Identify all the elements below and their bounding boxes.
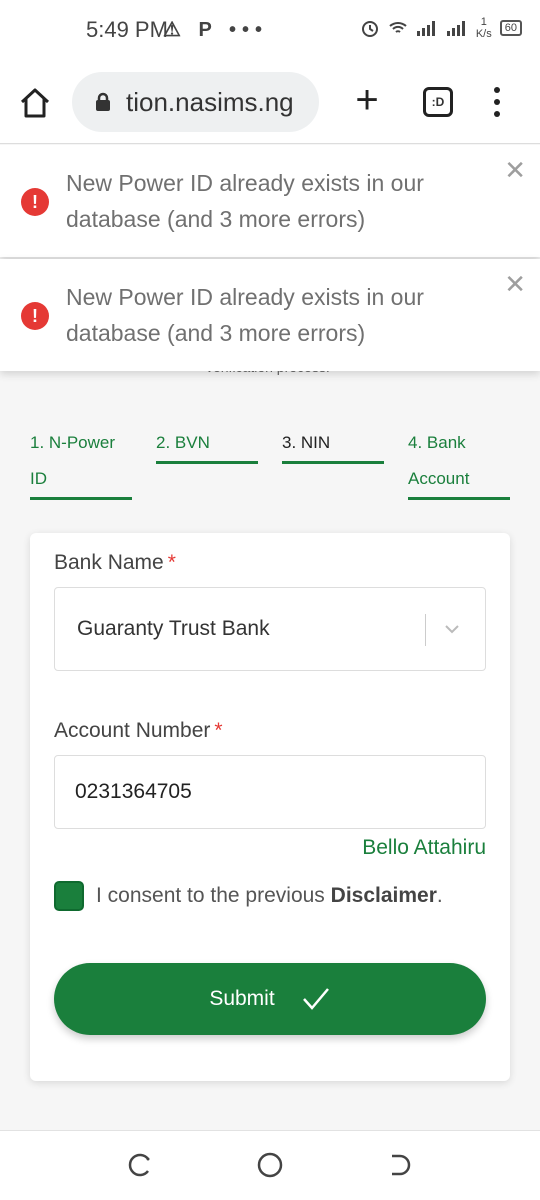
home-nav-icon[interactable]: [256, 1151, 284, 1179]
alarm-icon: [361, 21, 378, 37]
error-icon: !: [21, 302, 49, 330]
account-number-input[interactable]: [54, 755, 486, 829]
required-mark: *: [167, 551, 176, 574]
account-number-label: Account Number *: [54, 719, 223, 743]
net-speed-unit: K/s: [475, 28, 492, 40]
required-mark: *: [214, 719, 223, 742]
close-icon[interactable]: ✕: [504, 269, 526, 300]
error-icon: !: [21, 188, 49, 216]
status-notification-icons: ⚠ P •••: [163, 19, 269, 41]
wifi-icon: [389, 22, 407, 33]
chevron-down-icon[interactable]: [443, 620, 461, 638]
battery-icon: 60: [499, 20, 522, 36]
net-speed-value: 1: [480, 16, 487, 28]
tab-switcher-button[interactable]: :D: [423, 87, 453, 117]
close-icon[interactable]: ✕: [504, 155, 526, 186]
error-toast: ! New Power ID already exists in our dat…: [0, 259, 540, 371]
consent-label: I consent to the previous Disclaimer.: [96, 884, 443, 908]
step-nin[interactable]: 3. NIN: [282, 425, 384, 464]
select-divider: [425, 614, 426, 646]
account-holder-name: Bello Attahiru: [362, 836, 486, 859]
consent-prefix: I consent to the previous: [96, 884, 325, 907]
status-right-icons: 1 K/s 60: [360, 16, 522, 40]
address-bar[interactable]: tion.nasims.ng: [72, 72, 319, 132]
error-toast: ! New Power ID already exists in our dat…: [0, 145, 540, 257]
disclaimer-link[interactable]: Disclaimer: [331, 884, 437, 907]
step-indicator: 1. N-Power ID 2. BVN 3. NIN 4. Bank Acco…: [30, 425, 510, 500]
consent-suffix: .: [436, 884, 443, 907]
bank-form-card: Bank Name * Guaranty Trust Bank Account N…: [30, 533, 510, 1081]
consent-row: I consent to the previous Disclaimer.: [54, 881, 443, 911]
back-icon[interactable]: [386, 1151, 414, 1179]
lock-icon: [96, 92, 110, 111]
status-bar: 5:49 PM ⚠ P ••• 1 K/s 60: [0, 0, 540, 62]
bank-name-label-text: Bank Name: [54, 551, 164, 574]
bank-name-label: Bank Name *: [54, 551, 176, 575]
browser-toolbar: tion.nasims.ng + :D: [0, 62, 540, 144]
recent-apps-icon[interactable]: [126, 1151, 154, 1179]
error-message: New Power ID already exists in our datab…: [66, 170, 424, 232]
signal-icon: [446, 21, 465, 36]
error-message: New Power ID already exists in our datab…: [66, 284, 424, 346]
checkmark-icon: [302, 988, 329, 1010]
bank-name-value: Guaranty Trust Bank: [77, 617, 270, 640]
status-time: 5:49 PM: [86, 17, 168, 42]
system-nav-bar: [0, 1130, 540, 1200]
submit-label: Submit: [209, 987, 275, 1010]
url-text: tion.nasims.ng: [126, 86, 294, 117]
net-speed: 1 K/s: [476, 16, 492, 40]
bank-name-select[interactable]: Guaranty Trust Bank: [54, 587, 486, 671]
step-bvn[interactable]: 2. BVN: [156, 425, 258, 464]
new-tab-button[interactable]: +: [350, 80, 384, 120]
submit-button[interactable]: Submit: [54, 963, 486, 1035]
consent-checkbox[interactable]: [54, 881, 84, 911]
account-number-label-text: Account Number: [54, 719, 211, 742]
page-content: verification process. ! New Power ID alr…: [0, 145, 540, 1130]
home-icon[interactable]: [18, 86, 52, 120]
step-npower-id[interactable]: 1. N-Power ID: [30, 425, 132, 500]
more-options-icon[interactable]: [488, 84, 506, 120]
signal-icon: [416, 21, 435, 36]
step-bank-account[interactable]: 4. Bank Account: [408, 425, 510, 500]
